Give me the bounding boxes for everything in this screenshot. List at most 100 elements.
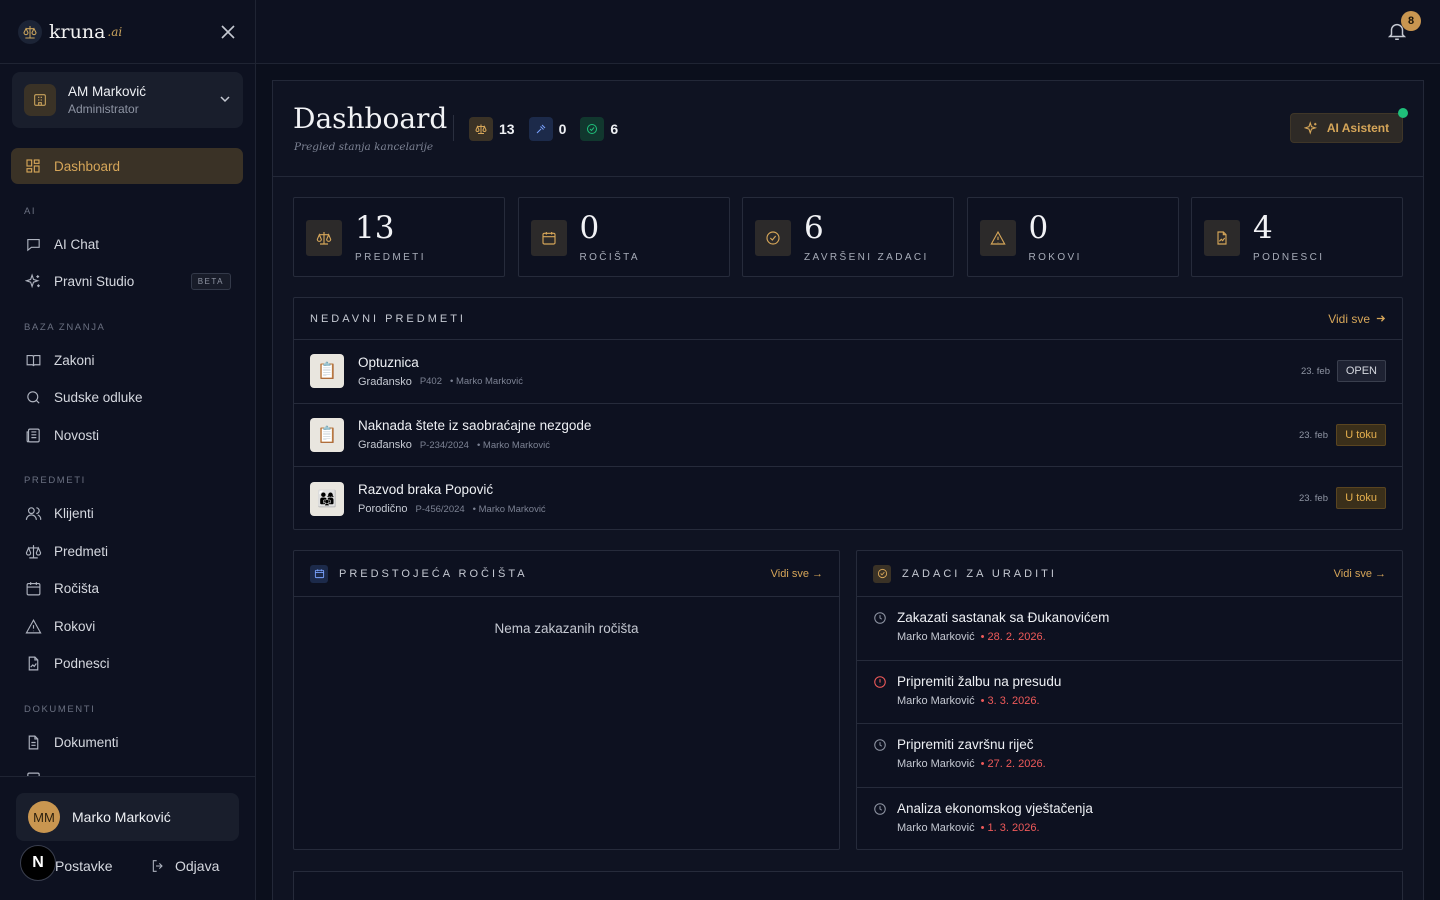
mini-stat-tasks-value: 6	[610, 121, 619, 137]
task-due-date: • 28. 2. 2026.	[980, 631, 1046, 643]
nav-section-dokumenti: DOKUMENTI	[24, 704, 96, 715]
mini-stats: 13 0 6	[469, 117, 632, 141]
organization-switcher[interactable]: AM Marković Administrator	[12, 72, 243, 128]
logout-label: Odjava	[175, 858, 220, 874]
task-title: Zakazati sastanak sa Đukanovićem	[897, 610, 1110, 625]
scales-icon	[469, 117, 493, 141]
sidebar-item-podnesci[interactable]: Podnesci	[11, 645, 243, 681]
sidebar-item-ai-chat[interactable]: AI Chat	[11, 226, 243, 262]
sidebar-item-label: Dokumenti	[54, 734, 119, 750]
stat-cards: 13 PREDMETI 0 ROČIŠTA 6 ZAVRŠENI ZADACI …	[293, 197, 1403, 277]
user-profile-card[interactable]: MM Marko Marković	[16, 793, 239, 841]
sidebar-item-dashboard[interactable]: Dashboard	[11, 148, 243, 184]
task-assignee: Marko Marković	[897, 758, 975, 770]
sidebar: kruna .ai AM Marković Administrator Dash…	[0, 0, 256, 900]
ai-assistant-button[interactable]: AI Asistent	[1290, 108, 1408, 143]
stat-card-rocista[interactable]: 0 ROČIŠTA	[517, 197, 730, 277]
mini-stat-tasks: 6	[580, 117, 618, 141]
card-title: ZADACI ZA URADITI	[902, 567, 1057, 580]
stat-value: 0	[1028, 210, 1049, 246]
list-item[interactable]: Pripremiti žalbu na presudu Marko Markov…	[857, 661, 1402, 724]
table-row[interactable]: 📋 Naknada štete iz saobraćajne nezgode G…	[294, 404, 1402, 467]
gavel-icon	[528, 117, 553, 141]
sidebar-item-label: Zakoni	[54, 352, 95, 368]
stat-card-zavrseni-zadaci[interactable]: 6 ZAVRŠENI ZADACI	[742, 197, 954, 277]
list-item[interactable]: Zakazati sastanak sa Đukanovićem Marko M…	[857, 597, 1402, 661]
sidebar-item-sudske-odluke[interactable]: Sudske odluke	[11, 379, 243, 415]
status-badge: OPEN	[1336, 360, 1386, 382]
sidebar-item-label: Predmeti	[54, 543, 109, 559]
card-title: PREDSTOJEĆA ROČIŠTA	[339, 567, 528, 580]
notifications-button[interactable]: 8	[1386, 11, 1421, 44]
warning-icon	[979, 220, 1016, 256]
sidebar-nav: Dashboard AI AI Chat Pravni Studio BETA …	[0, 148, 256, 776]
warning-icon	[24, 617, 42, 635]
sidebar-item-label: Novosti	[54, 427, 100, 443]
task-due-date: • 27. 2. 2026.	[980, 758, 1046, 770]
sidebar-item-predmeti[interactable]: Predmeti	[11, 533, 243, 569]
card-title: NEDAVNI PREDMETI	[310, 312, 466, 325]
close-icon[interactable]	[219, 23, 237, 41]
case-category: Građansko	[358, 439, 412, 452]
task-title: Pripremiti žalbu na presudu	[897, 673, 1062, 689]
stat-card-podnesci[interactable]: 4 PODNESCI	[1191, 197, 1403, 277]
stat-label: ROKOVI	[1028, 252, 1082, 263]
sidebar-item-rocista[interactable]: Ročišta	[11, 570, 243, 606]
calendar-icon	[24, 579, 42, 597]
stat-card-predmeti[interactable]: 13 PREDMETI	[293, 197, 505, 277]
sidebar-item-label: Sudske odluke	[54, 389, 143, 405]
view-all-hearings-link[interactable]: Vidi sve →	[771, 568, 823, 580]
sidebar-item-dokumenti[interactable]: Dokumenti	[11, 724, 243, 760]
dashboard-header: Dashboard Pregled stanja kancelarije 13 …	[273, 81, 1423, 177]
settings-label: Postavke	[55, 858, 113, 874]
task-title: Pripremiti završnu riječ	[897, 737, 1034, 752]
case-title: Razvod braka Popović	[358, 482, 494, 498]
dev-indicator-badge[interactable]: N	[20, 845, 56, 881]
sidebar-item-rokovi[interactable]: Rokovi	[11, 608, 243, 644]
stat-value: 6	[804, 210, 824, 246]
case-date: 23. feb	[1298, 429, 1328, 441]
users-icon	[24, 504, 42, 522]
case-owner: • Marko Marković	[472, 503, 546, 515]
case-owner: • Marko Marković	[450, 376, 524, 388]
table-row[interactable]: 📋 Optuznica Građansko P402 • Marko Marko…	[294, 340, 1402, 404]
calendar-icon	[530, 220, 567, 256]
sidebar-item-klijenti[interactable]: Klijenti	[11, 495, 243, 531]
sidebar-item-zakoni[interactable]: Zakoni	[11, 342, 243, 378]
sidebar-footer: MM Marko Marković Postavke Odjava N	[0, 776, 256, 900]
logout-button[interactable]: Odjava	[150, 855, 219, 877]
building-icon	[24, 84, 56, 116]
brand-suffix: .ai	[107, 24, 123, 39]
stat-value: 0	[579, 210, 600, 246]
view-all-cases-link[interactable]: Vidi sve	[1328, 312, 1386, 326]
sidebar-item-label: Ročišta	[54, 580, 100, 596]
clock-icon	[873, 738, 887, 755]
sidebar-item-label: AI Chat	[54, 236, 100, 252]
task-assignee: Marko Marković	[897, 694, 975, 707]
page-title: Dashboard	[293, 102, 448, 135]
header-divider	[453, 115, 454, 141]
clock-icon	[873, 611, 887, 628]
sidebar-item-novosti[interactable]: Novosti	[11, 417, 243, 453]
sidebar-item-pravni-studio[interactable]: Pravni Studio BETA	[11, 263, 243, 299]
list-item[interactable]: Analiza ekonomskog vještačenja Marko Mar…	[857, 788, 1402, 852]
scales-icon	[306, 220, 342, 256]
view-all-tasks-link[interactable]: Vidi sve →	[1334, 568, 1386, 580]
check-circle-icon	[755, 220, 791, 256]
case-number: P-456/2024	[415, 503, 465, 515]
sidebar-item-label: Klijenti	[54, 505, 94, 521]
brand-name: kruna	[49, 20, 106, 43]
check-circle-icon	[580, 117, 605, 141]
stat-card-rokovi[interactable]: 0 ROKOVI	[966, 197, 1179, 277]
list-item[interactable]: Pripremiti završnu riječ Marko Marković •…	[857, 724, 1402, 788]
card-header: ZADACI ZA URADITI Vidi sve →	[857, 551, 1402, 597]
task-assignee: Marko Marković	[897, 821, 975, 834]
stat-label: PODNESCI	[1253, 252, 1325, 263]
family-icon: 👨‍👩‍👧	[310, 481, 344, 516]
nav-section-ai: AI	[24, 206, 37, 217]
sidebar-item-label: Pravni Studio	[54, 273, 135, 289]
sidebar-item-partial[interactable]	[11, 761, 243, 776]
table-row[interactable]: 👨‍👩‍👧 Razvod braka Popović Porodično P-4…	[294, 467, 1402, 531]
task-assignee: Marko Marković	[897, 631, 975, 643]
alert-circle-icon	[873, 675, 887, 692]
